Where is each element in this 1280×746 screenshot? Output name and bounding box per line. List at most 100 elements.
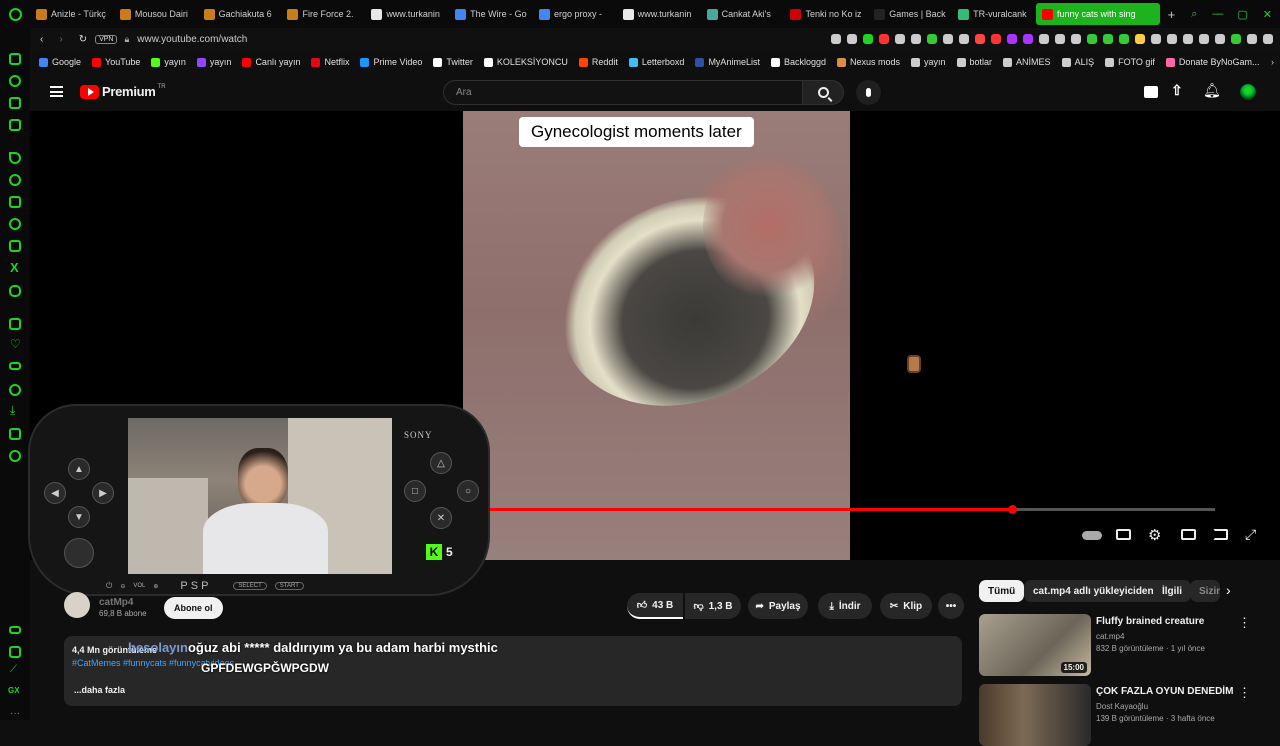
extension-icon[interactable] xyxy=(1167,34,1177,44)
browser-tab[interactable]: Gachiakuta 6 xyxy=(198,3,282,25)
bookmark-item[interactable]: Nexus mods xyxy=(836,57,900,67)
bookmark-item[interactable]: MyAnimeList xyxy=(695,57,760,67)
extension-icon[interactable] xyxy=(1039,34,1049,44)
cast-icon[interactable] xyxy=(1213,529,1228,540)
x-icon[interactable]: X xyxy=(10,260,19,275)
extension-icon[interactable] xyxy=(1231,34,1241,44)
menu-icon[interactable] xyxy=(50,86,63,97)
browser-tab[interactable]: Anizle - Türkç xyxy=(30,3,114,25)
extension-icon[interactable] xyxy=(831,34,841,44)
maximize-button[interactable]: ▢ xyxy=(1237,8,1247,21)
bookmark-item[interactable]: YouTube xyxy=(92,57,140,67)
video-thumbnail[interactable] xyxy=(979,684,1091,746)
extension-icon[interactable] xyxy=(1183,34,1193,44)
bookmark-item[interactable]: Prime Video xyxy=(360,57,422,67)
minimize-button[interactable]: — xyxy=(1212,8,1223,20)
extension-icon[interactable] xyxy=(1247,34,1257,44)
new-tab-button[interactable]: + xyxy=(1168,7,1176,22)
browser-tab[interactable]: Tenki no Ko iz xyxy=(784,3,868,25)
search-button[interactable] xyxy=(802,80,844,105)
sidebar-icon-bottom-1[interactable] xyxy=(9,626,21,634)
sidebar-icon-box[interactable] xyxy=(9,428,21,440)
circle-button[interactable]: ○ xyxy=(457,480,479,502)
download-button[interactable]: ⤓ İndir xyxy=(818,593,872,619)
history-icon[interactable] xyxy=(9,384,21,396)
extension-icon[interactable] xyxy=(927,34,937,44)
channel-avatar[interactable] xyxy=(64,592,90,618)
heart-icon[interactable]: ♡ xyxy=(10,337,21,351)
browser-tab[interactable]: The Wire - Go xyxy=(449,3,533,25)
extension-icon[interactable] xyxy=(1071,34,1081,44)
dpad-down[interactable]: ▼ xyxy=(68,506,90,528)
browser-tab[interactable]: funny cats with sing xyxy=(1035,3,1160,25)
fullscreen-icon[interactable]: ⤢ xyxy=(1245,526,1256,543)
video-frame[interactable]: Gynecologist moments later xyxy=(463,111,850,560)
video-title[interactable]: ÇOK FAZLA OYUN DENEDİM xyxy=(1096,686,1233,697)
extension-icon[interactable] xyxy=(863,34,873,44)
video-more-icon[interactable]: ⋮ xyxy=(1238,615,1251,631)
progress-scrubber[interactable] xyxy=(1008,505,1017,514)
instagram-icon[interactable] xyxy=(9,240,21,252)
notifications-icon[interactable]: 🔔︎ xyxy=(1203,82,1221,99)
gx-icon[interactable]: GX xyxy=(8,686,20,695)
show-more-link[interactable]: ...daha fazla xyxy=(74,685,125,695)
settings-icon[interactable] xyxy=(9,450,21,462)
bookmark-item[interactable]: FOTO gif xyxy=(1105,57,1155,67)
sidebar-icon-1[interactable] xyxy=(9,53,21,65)
browser-tab[interactable]: TR-vuralcank xyxy=(952,3,1036,25)
download-icon[interactable]: ⤓ xyxy=(10,403,15,418)
bookmark-item[interactable]: yayın xyxy=(196,57,231,67)
browser-tab[interactable]: www.turkanin xyxy=(617,3,701,25)
bookmark-item[interactable]: botlar xyxy=(956,57,992,67)
bookmark-item[interactable]: Backloggd xyxy=(770,57,826,67)
extension-icon[interactable] xyxy=(943,34,953,44)
video-title[interactable]: Fluffy brained creature xyxy=(1096,616,1204,627)
bookmark-item[interactable]: ANİMES xyxy=(1003,57,1051,67)
browser-tab[interactable]: ergo proxy - xyxy=(533,3,617,25)
opera-gx-logo-icon[interactable] xyxy=(0,0,30,28)
channel-name[interactable]: catMp4 xyxy=(99,597,133,608)
filter-chip[interactable]: cat.mp4 adlı yükleyiciden xyxy=(1024,580,1163,602)
extension-icon[interactable] xyxy=(1087,34,1097,44)
dpad-up[interactable]: ▲ xyxy=(68,458,90,480)
select-button[interactable]: SELECT xyxy=(233,582,267,590)
bookmark-item[interactable]: ALIŞ xyxy=(1061,57,1094,67)
more-icon[interactable]: ··· xyxy=(10,708,20,719)
extension-icon[interactable] xyxy=(1119,34,1129,44)
video-thumbnail[interactable]: 15:00 xyxy=(979,614,1091,676)
bookmark-item[interactable]: Reddit xyxy=(578,57,618,67)
extension-icon[interactable] xyxy=(1103,34,1113,44)
sidebar-icon-bottom-2[interactable] xyxy=(9,646,21,658)
browser-tab[interactable]: Mousou Dairi xyxy=(114,3,198,25)
bookmark-item[interactable]: Twitter xyxy=(433,57,473,67)
analog-stick[interactable] xyxy=(64,538,94,568)
bookmark-item[interactable]: Google xyxy=(39,57,81,67)
chips-next-icon[interactable]: › xyxy=(1226,582,1231,598)
video-channel[interactable]: cat.mp4 xyxy=(1096,632,1124,641)
progress-bar[interactable] xyxy=(490,505,1215,514)
extension-icon[interactable] xyxy=(1055,34,1065,44)
extension-icon[interactable] xyxy=(1023,34,1033,44)
extension-icon[interactable] xyxy=(1135,34,1145,44)
extension-icon[interactable] xyxy=(1263,34,1273,44)
miniplayer-icon[interactable] xyxy=(1181,529,1196,540)
extension-icon[interactable] xyxy=(959,34,969,44)
share-button[interactable]: ➦ Paylaş xyxy=(748,593,808,619)
back-icon[interactable]: ‹ xyxy=(40,34,43,45)
extension-icon[interactable] xyxy=(975,34,985,44)
bookmark-item[interactable]: Letterboxd xyxy=(628,57,684,67)
bookmark-item[interactable]: yayın xyxy=(151,57,186,67)
dislike-button[interactable]: 👎︎ 1,3 B xyxy=(685,593,741,619)
voice-search-button[interactable] xyxy=(856,80,881,105)
bookmarks-overflow-icon[interactable]: › xyxy=(1271,57,1274,67)
extension-icon[interactable] xyxy=(1215,34,1225,44)
like-button[interactable]: 👍︎ 43 B xyxy=(627,593,683,619)
extension-icon[interactable] xyxy=(991,34,1001,44)
settings-icon[interactable]: ⚙︎ xyxy=(1148,526,1161,544)
subscribe-button[interactable]: Abone ol xyxy=(164,597,223,619)
subtitles-icon[interactable] xyxy=(1116,529,1131,540)
extension-icon[interactable] xyxy=(879,34,889,44)
extension-icon[interactable] xyxy=(1151,34,1161,44)
bookmark-item[interactable]: yayın xyxy=(911,57,946,67)
sidebar-icon-2[interactable] xyxy=(9,75,21,87)
